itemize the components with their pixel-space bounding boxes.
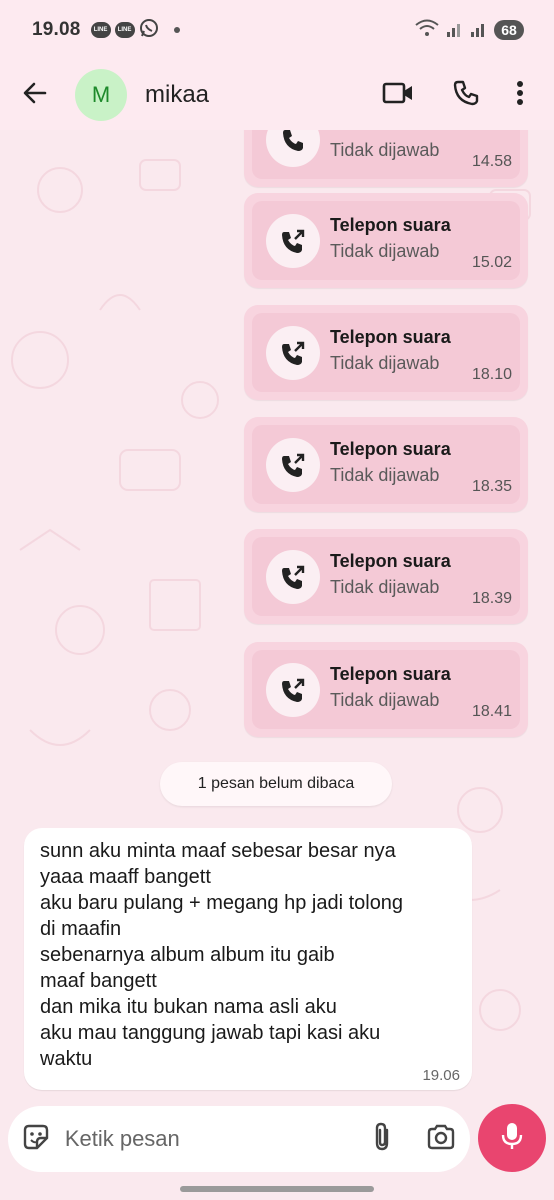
back-arrow-icon: [21, 79, 49, 112]
call-bubble[interactable]: Telepon suara Tidak dijawab 18.10: [244, 305, 528, 400]
message-line: dan mika itu bukan nama asli aku: [40, 996, 337, 1018]
attach-button[interactable]: [353, 1107, 412, 1171]
chat-header: M mikaa: [0, 60, 554, 130]
call-bubble[interactable]: Telepon suara Tidak dijawab 18.39: [244, 529, 528, 624]
call-title: Telepon suara: [330, 664, 451, 684]
call-time: 18.35: [471, 478, 512, 495]
outgoing-call-icon: [266, 326, 320, 380]
more-vert-icon: [516, 80, 524, 111]
call-time: 18.41: [471, 703, 512, 720]
call-bubble[interactable]: Tidak dijawab 14.58: [244, 130, 528, 187]
sticker-icon: [21, 1122, 51, 1157]
message-line: aku baru pulang + megang hp jadi tolong: [40, 892, 404, 914]
message-line: maaf bangett: [40, 970, 157, 992]
call-time: 18.39: [471, 590, 512, 607]
paperclip-icon: [370, 1121, 394, 1158]
call-bubble[interactable]: Telepon suara Tidak dijawab 15.02: [244, 193, 528, 288]
call-status: Tidak dijawab: [330, 241, 440, 261]
message-line: sunn aku minta maaf sebesar besar nya: [40, 840, 396, 862]
call-time: 14.58: [471, 153, 512, 170]
line-icon: LINE: [90, 22, 111, 38]
voice-message-button[interactable]: [478, 1104, 546, 1172]
dot-icon: [173, 21, 181, 39]
notification-icons: LINE LINE: [90, 18, 181, 43]
whatsapp-icon: [139, 18, 159, 43]
call-time: 18.10: [471, 366, 512, 383]
outgoing-call-icon: [266, 438, 320, 492]
status-bar: 19.08 LINE LINE 68: [0, 0, 554, 60]
call-bubble[interactable]: Telepon suara Tidak dijawab 18.41: [244, 642, 528, 737]
outgoing-call-icon: [266, 663, 320, 717]
voice-call-icon: [452, 79, 480, 112]
contact-name[interactable]: mikaa: [145, 81, 209, 109]
avatar[interactable]: M: [75, 69, 127, 121]
message-input[interactable]: [64, 1119, 353, 1159]
call-title: Telepon suara: [330, 215, 451, 235]
microphone-icon: [500, 1121, 524, 1156]
sticker-button[interactable]: [8, 1107, 65, 1171]
unread-messages-divider: 1 pesan belum dibaca: [160, 762, 392, 806]
status-time: 19.08: [32, 19, 81, 40]
signal-icon: [470, 18, 488, 43]
call-time: 15.02: [471, 254, 512, 271]
call-status: Tidak dijawab: [330, 465, 440, 485]
call-title: Telepon suara: [330, 551, 451, 571]
message-line: sebenarnya album album itu gaib: [40, 944, 335, 966]
outgoing-call-icon: [266, 214, 320, 268]
voice-call-button[interactable]: [432, 67, 500, 123]
call-status: Tidak dijawab: [330, 577, 440, 597]
chat-area[interactable]: Tidak dijawab 14.58 Telepon suara Tidak …: [0, 130, 554, 1100]
signal-icon: [446, 18, 464, 43]
call-status: Tidak dijawab: [330, 140, 440, 160]
message-composer: [8, 1106, 470, 1172]
wifi-icon: [414, 18, 440, 43]
call-status: Tidak dijawab: [330, 690, 440, 710]
incoming-message-bubble[interactable]: sunn aku minta maaf sebesar besar nya ya…: [24, 828, 472, 1090]
message-line: di maafin: [40, 918, 122, 940]
message-line: waktu: [40, 1048, 93, 1070]
message-line: yaaa maaff bangett: [40, 866, 211, 888]
home-indicator[interactable]: [180, 1186, 374, 1192]
call-bubble[interactable]: Telepon suara Tidak dijawab 18.35: [244, 417, 528, 512]
video-call-icon: [382, 81, 414, 110]
call-status: Tidak dijawab: [330, 353, 440, 373]
call-title: Telepon suara: [330, 439, 451, 459]
video-call-button[interactable]: [364, 67, 432, 123]
line-icon: LINE: [114, 22, 135, 38]
camera-icon: [426, 1123, 456, 1156]
message-line: aku mau tanggung jawab tapi kasi aku: [40, 1022, 381, 1044]
camera-button[interactable]: [411, 1107, 470, 1171]
outgoing-call-icon: [266, 130, 320, 167]
call-title: Telepon suara: [330, 327, 451, 347]
more-options-button[interactable]: [500, 67, 540, 123]
battery-indicator: 68: [494, 20, 524, 40]
outgoing-call-icon: [266, 550, 320, 604]
message-time: 19.06: [422, 1067, 460, 1084]
back-button[interactable]: [0, 65, 70, 125]
